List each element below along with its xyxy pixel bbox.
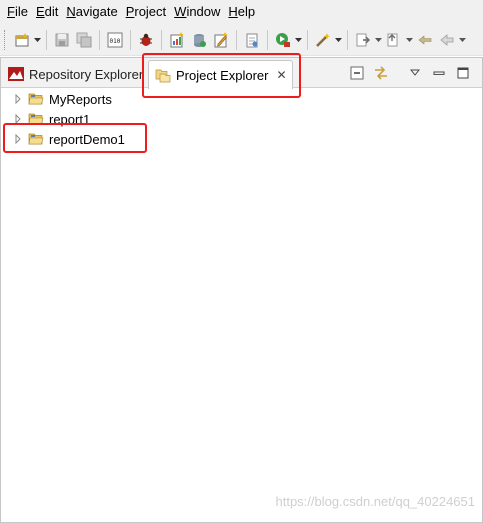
maximize-button[interactable] xyxy=(454,64,472,82)
view-menu-icon xyxy=(410,69,420,76)
prev-annotation-button[interactable] xyxy=(383,29,405,51)
back-arrow-icon xyxy=(440,33,454,46)
prev-annotation-dropdown-arrow[interactable] xyxy=(405,29,414,51)
collapse-all-button[interactable] xyxy=(348,64,366,82)
toolbar-grip[interactable] xyxy=(4,29,7,50)
wand-dropdown-arrow[interactable] xyxy=(334,29,343,51)
highlight-box-project-tab xyxy=(142,53,301,98)
new-report-icon xyxy=(170,31,184,47)
debug-icon xyxy=(140,33,152,46)
page-button[interactable] xyxy=(241,29,263,51)
save-all-button[interactable] xyxy=(73,29,95,51)
toolbar-separator xyxy=(236,29,237,50)
menu-help[interactable]: Help xyxy=(224,0,259,24)
edit-icon xyxy=(214,31,228,47)
binary-icon: 010 xyxy=(107,32,123,47)
toolbar-separator xyxy=(161,29,162,50)
maximize-icon xyxy=(457,67,469,79)
tree-item-label: MyReports xyxy=(49,91,112,107)
wand-button[interactable] xyxy=(312,29,334,51)
toolbar-separator xyxy=(347,29,348,50)
run-dropdown-arrow[interactable] xyxy=(294,29,303,51)
run-icon xyxy=(276,32,290,47)
new-wizard-button[interactable] xyxy=(11,29,33,51)
repository-icon xyxy=(8,66,24,82)
toolbar-separator xyxy=(99,29,100,50)
menu-file[interactable]: File xyxy=(3,0,32,24)
minimize-icon xyxy=(433,71,445,75)
menu-edit[interactable]: Edit xyxy=(32,0,62,24)
menu-project[interactable]: Project xyxy=(122,0,170,24)
toolbar-separator xyxy=(130,29,131,50)
menu-navigate[interactable]: Navigate xyxy=(62,0,121,24)
save-button[interactable] xyxy=(51,29,73,51)
main-toolbar: 010 xyxy=(0,24,483,56)
back-arrow-button[interactable] xyxy=(436,29,458,51)
collapse-all-icon xyxy=(350,66,364,80)
toolbar-separator xyxy=(307,29,308,50)
view-menu-button[interactable] xyxy=(406,64,424,82)
back-button[interactable] xyxy=(414,29,436,51)
new-wizard-icon xyxy=(15,32,29,46)
next-annotation-dropdown-arrow[interactable] xyxy=(374,29,383,51)
binary-button[interactable]: 010 xyxy=(104,29,126,51)
svg-text:010: 010 xyxy=(110,38,121,45)
tab-repository-explorer[interactable]: Repository Explorer xyxy=(3,60,149,88)
prev-annotation-icon xyxy=(387,33,398,46)
link-with-editor-icon xyxy=(375,66,387,80)
save-all-icon xyxy=(76,32,92,47)
menu-window[interactable]: Window xyxy=(170,0,224,24)
watermark: https://blog.csdn.net/qq_40224651 xyxy=(275,494,476,509)
toolbar-separator xyxy=(46,29,47,50)
minimize-button[interactable] xyxy=(430,64,448,82)
new-report-button[interactable] xyxy=(166,29,188,51)
new-data-button[interactable] xyxy=(188,29,210,51)
toolbar-separator xyxy=(267,29,268,50)
save-icon xyxy=(55,33,69,46)
page-icon xyxy=(246,33,258,47)
back-dropdown-arrow[interactable] xyxy=(458,29,467,51)
highlight-box-report-demo xyxy=(3,123,147,153)
edit-button[interactable] xyxy=(210,29,232,51)
expand-arrow-icon[interactable] xyxy=(13,94,23,104)
next-annotation-icon xyxy=(356,33,370,46)
link-with-editor-button[interactable] xyxy=(372,64,390,82)
project-folder-icon xyxy=(28,92,44,106)
wand-icon xyxy=(316,32,331,47)
new-dropdown-arrow[interactable] xyxy=(33,29,42,51)
tab-repository-label: Repository Explorer xyxy=(29,66,144,82)
menu-bar: File Edit Navigate Project Window Help xyxy=(0,0,483,24)
back-icon xyxy=(418,34,432,45)
next-annotation-button[interactable] xyxy=(352,29,374,51)
new-data-icon xyxy=(194,33,206,47)
run-button[interactable] xyxy=(272,29,294,51)
view-toolbar xyxy=(348,63,472,83)
debug-button[interactable] xyxy=(135,29,157,51)
